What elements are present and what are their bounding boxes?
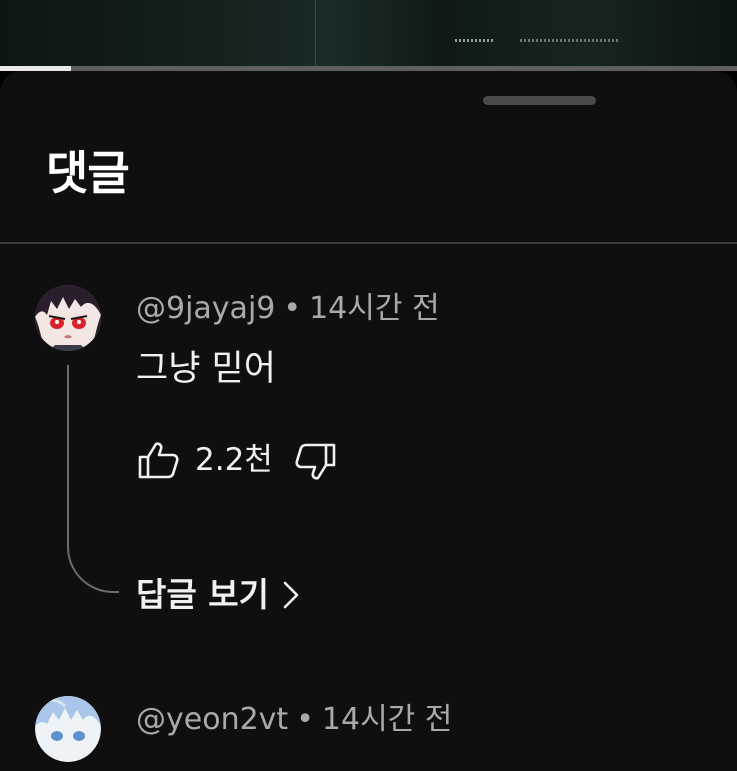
comment-1-author[interactable]: @9jayaj9 — [136, 291, 275, 326]
meta-separator: • — [296, 702, 314, 737]
anime-avatar-dark-hair-icon — [35, 285, 101, 351]
chevron-right-icon — [283, 581, 299, 609]
comment-2-author[interactable]: @yeon2vt — [136, 702, 288, 737]
comment-1-avatar[interactable] — [35, 285, 101, 351]
view-replies-button[interactable]: 답글 보기 — [136, 573, 299, 617]
video-graphic-ticks — [455, 39, 493, 42]
reply-thread-connector — [67, 365, 119, 593]
comment-1-meta: @9jayaj9 • 14시간 전 — [136, 289, 440, 329]
sheet-drag-handle[interactable] — [483, 96, 596, 105]
view-replies-label: 답글 보기 — [136, 575, 269, 614]
thumbs-down-icon — [295, 443, 336, 480]
comments-sheet: 댓글 @9jayaj9 • 14시간 전 그냥 믿어 2.2천 답글 보기 @y… — [0, 71, 737, 771]
header-divider — [0, 242, 737, 244]
video-graphic-ticks-2 — [520, 39, 620, 42]
comment-1-dislike-button[interactable] — [295, 442, 337, 482]
comment-2-time: 14시간 전 — [321, 702, 453, 737]
thumbs-up-icon — [138, 442, 179, 479]
comment-1-time: 14시간 전 — [309, 291, 440, 326]
video-player-strip[interactable] — [0, 0, 737, 66]
comment-2-meta: @yeon2vt • 14시간 전 — [136, 700, 452, 740]
comment-2-avatar[interactable] — [35, 696, 101, 762]
video-frame-line — [315, 0, 316, 66]
comment-1-like-count: 2.2천 — [195, 442, 273, 478]
comment-1-like-button[interactable]: 2.2천 — [137, 440, 273, 480]
meta-separator: • — [283, 291, 302, 326]
comments-title: 댓글 — [46, 146, 130, 200]
comment-1-text: 그냥 믿어 — [136, 349, 276, 389]
anime-avatar-blue-hair-icon — [35, 696, 101, 762]
